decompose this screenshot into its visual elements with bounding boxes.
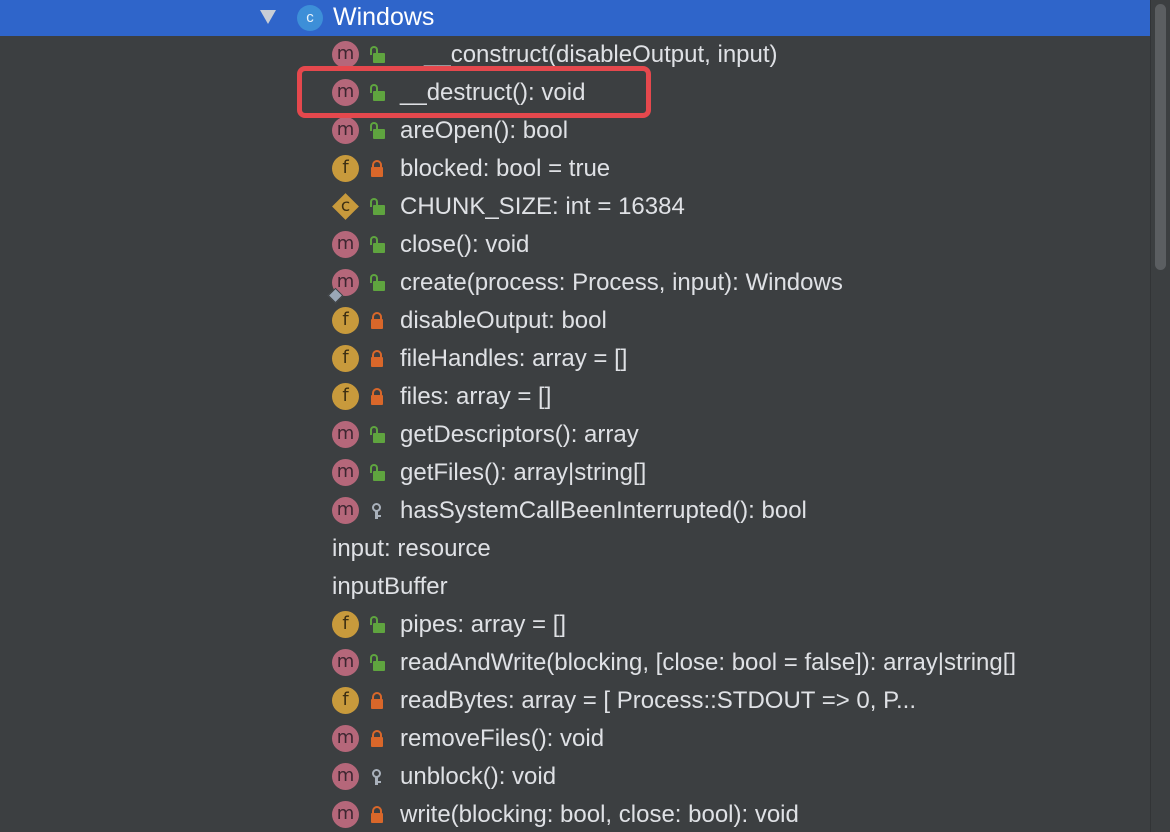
scrollbar-thumb[interactable] xyxy=(1155,4,1166,270)
member-label: close(): void xyxy=(400,231,530,258)
private-lock-icon xyxy=(369,730,385,748)
tree-member-row[interactable]: m areOpen(): bool xyxy=(0,112,1150,150)
public-lock-icon xyxy=(369,654,385,672)
tree-member-row[interactable]: f disableOutput: bool xyxy=(0,302,1150,340)
private-lock-icon xyxy=(369,388,385,406)
method-icon: m xyxy=(332,117,359,144)
public-lock-icon xyxy=(369,426,385,444)
tree-member-row[interactable]: f readBytes: array = [ Process::STDOUT =>… xyxy=(0,682,1150,720)
public-lock-icon xyxy=(369,122,385,140)
method-icon: m xyxy=(332,649,359,676)
class-icon: c xyxy=(297,5,323,31)
private-lock-icon xyxy=(369,806,385,824)
tree-member-row[interactable]: m __destruct(): void xyxy=(0,74,1150,112)
public-lock-icon xyxy=(369,236,385,254)
field-icon: f xyxy=(332,687,359,714)
tree-member-row[interactable]: c CHUNK_SIZE: int = 16384 xyxy=(0,188,1150,226)
tree-member-row[interactable]: m getFiles(): array|string[] xyxy=(0,454,1150,492)
vertical-scrollbar[interactable] xyxy=(1150,0,1170,832)
private-lock-icon xyxy=(369,160,385,178)
member-label: getDescriptors(): array xyxy=(400,421,639,448)
member-label: inputBuffer xyxy=(332,573,448,600)
method-icon: m xyxy=(332,79,359,106)
tree-member-row[interactable]: m readAndWrite(blocking, [close: bool = f… xyxy=(0,644,1150,682)
tree-member-row[interactable]: f fileHandles: array = [] xyxy=(0,340,1150,378)
structure-panel: c Windows m __construct(disableOutput, in… xyxy=(0,0,1170,832)
member-label: getFiles(): array|string[] xyxy=(400,459,647,486)
method-icon: m xyxy=(332,41,359,68)
member-label: write(blocking: bool, close: bool): void xyxy=(400,801,799,828)
member-label: readAndWrite(blocking, [close: bool = fa… xyxy=(400,649,1017,676)
method-icon: m xyxy=(332,801,359,828)
field-icon: f xyxy=(332,383,359,410)
public-lock-icon xyxy=(369,464,385,482)
member-label: areOpen(): bool xyxy=(400,117,569,144)
member-label: __construct(disableOutput, input) xyxy=(424,41,778,68)
member-label: readBytes: array = [ Process::STDOUT => … xyxy=(400,687,916,714)
member-label: removeFiles(): void xyxy=(400,725,605,752)
method-icon: m xyxy=(332,459,359,486)
private-lock-icon xyxy=(369,692,385,710)
field-icon: f xyxy=(332,345,359,372)
tree-member-row[interactable]: f blocked: bool = true xyxy=(0,150,1150,188)
member-label: fileHandles: array = [] xyxy=(400,345,628,372)
tree-member-row[interactable]: f files: array = [] xyxy=(0,378,1150,416)
tree-member-row[interactable]: m hasSystemCallBeenInterrupted(): bool xyxy=(0,492,1150,530)
field-icon: f xyxy=(332,307,359,334)
tree-member-row[interactable]: m unblock(): void xyxy=(0,758,1150,796)
method-icon: m xyxy=(332,763,359,790)
member-label: CHUNK_SIZE: int = 16384 xyxy=(400,193,685,220)
member-label: files: array = [] xyxy=(400,383,552,410)
collapse-arrow-icon[interactable] xyxy=(260,10,276,24)
member-label: disableOutput: bool xyxy=(400,307,607,334)
method-icon: m xyxy=(332,231,359,258)
public-lock-icon xyxy=(369,84,385,102)
protected-key-icon xyxy=(369,768,385,786)
member-label: create(process: Process, input): Windows xyxy=(400,269,843,296)
member-label: __destruct(): void xyxy=(400,79,586,106)
method-icon: m xyxy=(332,725,359,752)
private-lock-icon xyxy=(369,350,385,368)
tree-member-row[interactable]: m write(blocking: bool, close: bool): voi… xyxy=(0,796,1150,832)
tree-member-row[interactable]: m __construct(disableOutput, input) xyxy=(0,36,1150,74)
public-lock-icon xyxy=(369,274,385,292)
method-icon: m xyxy=(332,497,359,524)
field-icon: f xyxy=(332,155,359,182)
public-lock-icon xyxy=(369,198,385,216)
member-label: hasSystemCallBeenInterrupted(): bool xyxy=(400,497,807,524)
class-label: Windows xyxy=(333,3,435,31)
tree-member-row[interactable]: m create(process: Process, input): Window… xyxy=(0,264,1150,304)
private-lock-icon xyxy=(369,312,385,330)
tree-member-row[interactable]: input: resource xyxy=(0,530,1150,568)
tree-node-class-windows[interactable]: c Windows xyxy=(0,0,1170,36)
tree-member-row[interactable]: m getDescriptors(): array xyxy=(0,416,1150,454)
field-icon: f xyxy=(332,611,359,638)
member-label: unblock(): void xyxy=(400,763,557,790)
member-label: input: resource xyxy=(332,535,491,562)
member-label: blocked: bool = true xyxy=(400,155,611,182)
member-label: pipes: array = [] xyxy=(400,611,567,638)
method-icon: m xyxy=(332,421,359,448)
public-lock-icon xyxy=(369,616,385,634)
tree-member-row[interactable]: inputBuffer xyxy=(0,568,1150,606)
member-list: m __construct(disableOutput, input) m __des… xyxy=(0,36,1150,832)
constant-icon: c xyxy=(332,193,359,220)
tree-member-row[interactable]: f pipes: array = [] xyxy=(0,606,1150,644)
tree-member-row[interactable]: m removeFiles(): void xyxy=(0,720,1150,758)
tree-member-row[interactable]: m close(): void xyxy=(0,226,1150,264)
protected-key-icon xyxy=(369,502,385,520)
public-lock-icon xyxy=(369,46,385,64)
